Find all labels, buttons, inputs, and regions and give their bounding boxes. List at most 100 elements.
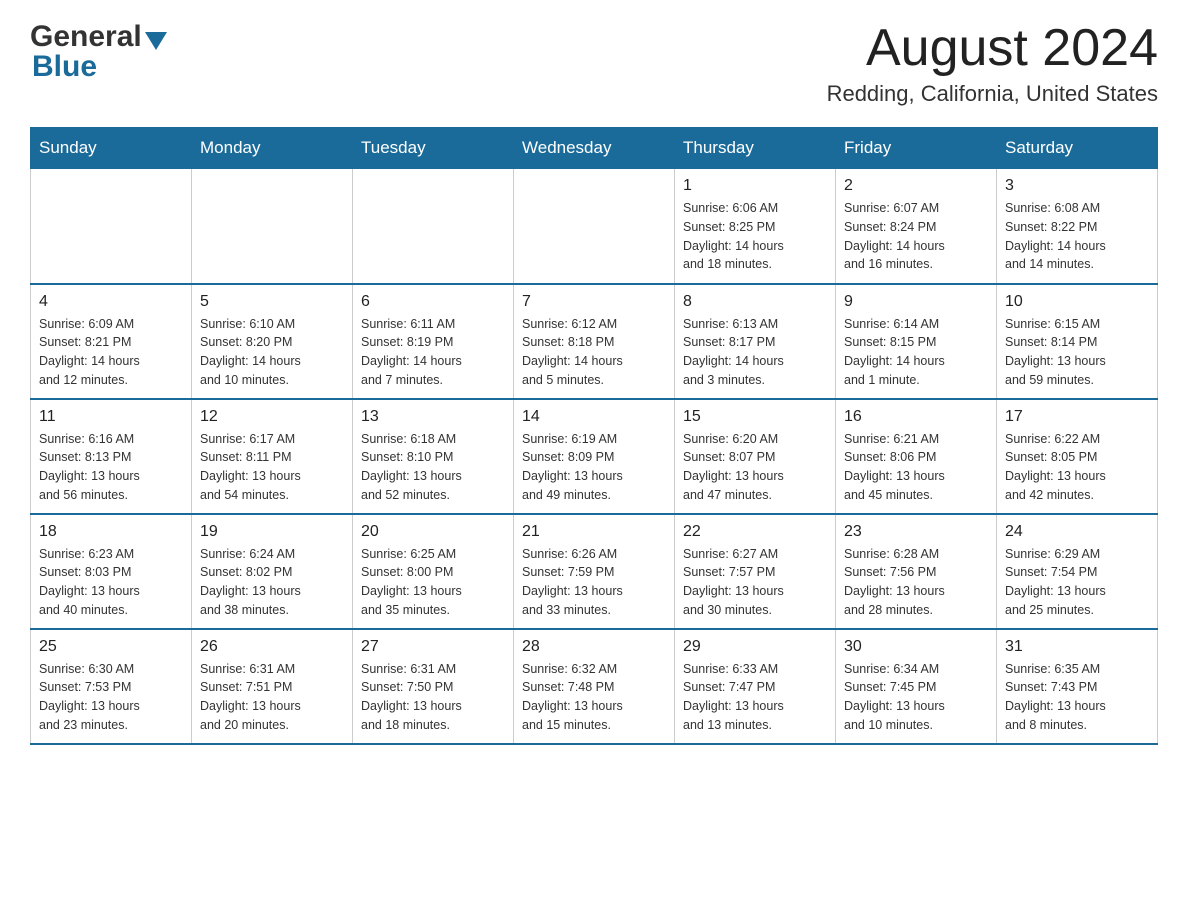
calendar-cell: 5 Sunrise: 6:10 AM Sunset: 8:20 PM Daylig… xyxy=(192,284,353,399)
day-number: 25 xyxy=(39,638,183,656)
calendar-cell: 14Sunrise: 6:19 AM Sunset: 8:09 PM Dayli… xyxy=(514,399,675,514)
day-number: 8 xyxy=(683,293,827,311)
day-number: 19 xyxy=(200,523,344,541)
day-number: 21 xyxy=(522,523,666,541)
calendar-cell: 21 Sunrise: 6:26 AM Sunset: 7:59 PM Dayli… xyxy=(514,514,675,629)
calendar-header-row: SundayMondayTuesdayWednesdayThursdayFrid… xyxy=(31,128,1158,169)
calendar-cell: 4 Sunrise: 6:09 AM Sunset: 8:21 PM Daylig… xyxy=(31,284,192,399)
week-row-4: 18 Sunrise: 6:23 AM Sunset: 8:03 PM Dayli… xyxy=(31,514,1158,629)
day-info: Sunrise: 6:30 AM Sunset: 7:53 PM Dayligh… xyxy=(39,660,183,735)
day-number: 15 xyxy=(683,408,827,426)
calendar-cell: 8 Sunrise: 6:13 AM Sunset: 8:17 PM Daylig… xyxy=(675,284,836,399)
calendar-cell: 27Sunrise: 6:31 AM Sunset: 7:50 PM Dayli… xyxy=(353,629,514,744)
week-row-5: 25 Sunrise: 6:30 AM Sunset: 7:53 PM Dayli… xyxy=(31,629,1158,744)
day-number: 24 xyxy=(1005,523,1149,541)
month-title: August 2024 xyxy=(827,20,1158,77)
calendar-cell: 31 Sunrise: 6:35 AM Sunset: 7:43 PM Dayli… xyxy=(997,629,1158,744)
calendar-cell: 30Sunrise: 6:34 AM Sunset: 7:45 PM Dayli… xyxy=(836,629,997,744)
day-info: Sunrise: 6:23 AM Sunset: 8:03 PM Dayligh… xyxy=(39,545,183,620)
calendar-cell: 2Sunrise: 6:07 AM Sunset: 8:24 PM Daylig… xyxy=(836,169,997,284)
calendar-cell: 13Sunrise: 6:18 AM Sunset: 8:10 PM Dayli… xyxy=(353,399,514,514)
day-info: Sunrise: 6:25 AM Sunset: 8:00 PM Dayligh… xyxy=(361,545,505,620)
calendar-cell: 9 Sunrise: 6:14 AM Sunset: 8:15 PM Daylig… xyxy=(836,284,997,399)
calendar-cell: 3 Sunrise: 6:08 AM Sunset: 8:22 PM Daylig… xyxy=(997,169,1158,284)
calendar-cell: 1Sunrise: 6:06 AM Sunset: 8:25 PM Daylig… xyxy=(675,169,836,284)
calendar-cell: 12 Sunrise: 6:17 AM Sunset: 8:11 PM Dayli… xyxy=(192,399,353,514)
day-info: Sunrise: 6:16 AM Sunset: 8:13 PM Dayligh… xyxy=(39,430,183,505)
day-number: 23 xyxy=(844,523,988,541)
calendar-cell xyxy=(353,169,514,284)
day-number: 28 xyxy=(522,638,666,656)
calendar-cell: 11 Sunrise: 6:16 AM Sunset: 8:13 PM Dayli… xyxy=(31,399,192,514)
calendar-cell: 22 Sunrise: 6:27 AM Sunset: 7:57 PM Dayli… xyxy=(675,514,836,629)
day-number: 10 xyxy=(1005,293,1149,311)
day-header-sunday: Sunday xyxy=(31,128,192,169)
calendar-cell: 15Sunrise: 6:20 AM Sunset: 8:07 PM Dayli… xyxy=(675,399,836,514)
day-number: 16 xyxy=(844,408,988,426)
calendar-cell: 10Sunrise: 6:15 AM Sunset: 8:14 PM Dayli… xyxy=(997,284,1158,399)
day-info: Sunrise: 6:35 AM Sunset: 7:43 PM Dayligh… xyxy=(1005,660,1149,735)
calendar-cell: 25 Sunrise: 6:30 AM Sunset: 7:53 PM Dayli… xyxy=(31,629,192,744)
day-header-tuesday: Tuesday xyxy=(353,128,514,169)
day-number: 5 xyxy=(200,293,344,311)
calendar-cell: 28 Sunrise: 6:32 AM Sunset: 7:48 PM Dayli… xyxy=(514,629,675,744)
calendar-cell: 29Sunrise: 6:33 AM Sunset: 7:47 PM Dayli… xyxy=(675,629,836,744)
day-header-saturday: Saturday xyxy=(997,128,1158,169)
day-info: Sunrise: 6:08 AM Sunset: 8:22 PM Dayligh… xyxy=(1005,199,1149,274)
day-info: Sunrise: 6:22 AM Sunset: 8:05 PM Dayligh… xyxy=(1005,430,1149,505)
day-info: Sunrise: 6:13 AM Sunset: 8:17 PM Dayligh… xyxy=(683,315,827,390)
day-header-monday: Monday xyxy=(192,128,353,169)
week-row-3: 11 Sunrise: 6:16 AM Sunset: 8:13 PM Dayli… xyxy=(31,399,1158,514)
day-number: 14 xyxy=(522,408,666,426)
page-header: General Blue August 2024 Redding, Califo… xyxy=(30,20,1158,107)
title-block: August 2024 Redding, California, United … xyxy=(827,20,1158,107)
day-header-wednesday: Wednesday xyxy=(514,128,675,169)
logo: General Blue xyxy=(30,20,167,84)
day-number: 4 xyxy=(39,293,183,311)
week-row-2: 4 Sunrise: 6:09 AM Sunset: 8:21 PM Daylig… xyxy=(31,284,1158,399)
calendar-cell xyxy=(192,169,353,284)
day-info: Sunrise: 6:09 AM Sunset: 8:21 PM Dayligh… xyxy=(39,315,183,390)
day-number: 31 xyxy=(1005,638,1149,656)
day-number: 6 xyxy=(361,293,505,311)
calendar-cell: 19Sunrise: 6:24 AM Sunset: 8:02 PM Dayli… xyxy=(192,514,353,629)
day-number: 13 xyxy=(361,408,505,426)
calendar-cell xyxy=(514,169,675,284)
day-number: 7 xyxy=(522,293,666,311)
day-info: Sunrise: 6:26 AM Sunset: 7:59 PM Dayligh… xyxy=(522,545,666,620)
day-number: 20 xyxy=(361,523,505,541)
day-info: Sunrise: 6:28 AM Sunset: 7:56 PM Dayligh… xyxy=(844,545,988,620)
calendar-cell: 16Sunrise: 6:21 AM Sunset: 8:06 PM Dayli… xyxy=(836,399,997,514)
calendar-cell: 6 Sunrise: 6:11 AM Sunset: 8:19 PM Daylig… xyxy=(353,284,514,399)
calendar-cell xyxy=(31,169,192,284)
logo-general-text: General xyxy=(30,20,142,54)
day-info: Sunrise: 6:11 AM Sunset: 8:19 PM Dayligh… xyxy=(361,315,505,390)
day-number: 11 xyxy=(39,408,183,426)
day-info: Sunrise: 6:27 AM Sunset: 7:57 PM Dayligh… xyxy=(683,545,827,620)
calendar-table: SundayMondayTuesdayWednesdayThursdayFrid… xyxy=(30,127,1158,745)
day-info: Sunrise: 6:33 AM Sunset: 7:47 PM Dayligh… xyxy=(683,660,827,735)
calendar-cell: 17Sunrise: 6:22 AM Sunset: 8:05 PM Dayli… xyxy=(997,399,1158,514)
day-number: 26 xyxy=(200,638,344,656)
day-info: Sunrise: 6:34 AM Sunset: 7:45 PM Dayligh… xyxy=(844,660,988,735)
calendar-cell: 20 Sunrise: 6:25 AM Sunset: 8:00 PM Dayli… xyxy=(353,514,514,629)
day-info: Sunrise: 6:10 AM Sunset: 8:20 PM Dayligh… xyxy=(200,315,344,390)
day-header-friday: Friday xyxy=(836,128,997,169)
day-number: 18 xyxy=(39,523,183,541)
day-info: Sunrise: 6:31 AM Sunset: 7:51 PM Dayligh… xyxy=(200,660,344,735)
day-info: Sunrise: 6:29 AM Sunset: 7:54 PM Dayligh… xyxy=(1005,545,1149,620)
day-number: 9 xyxy=(844,293,988,311)
day-info: Sunrise: 6:12 AM Sunset: 8:18 PM Dayligh… xyxy=(522,315,666,390)
calendar-cell: 23 Sunrise: 6:28 AM Sunset: 7:56 PM Dayli… xyxy=(836,514,997,629)
logo-blue-text: Blue xyxy=(32,50,97,84)
calendar-cell: 7 Sunrise: 6:12 AM Sunset: 8:18 PM Daylig… xyxy=(514,284,675,399)
calendar-cell: 18 Sunrise: 6:23 AM Sunset: 8:03 PM Dayli… xyxy=(31,514,192,629)
day-number: 22 xyxy=(683,523,827,541)
day-info: Sunrise: 6:14 AM Sunset: 8:15 PM Dayligh… xyxy=(844,315,988,390)
day-number: 27 xyxy=(361,638,505,656)
day-info: Sunrise: 6:17 AM Sunset: 8:11 PM Dayligh… xyxy=(200,430,344,505)
day-number: 3 xyxy=(1005,177,1149,195)
day-number: 12 xyxy=(200,408,344,426)
day-info: Sunrise: 6:32 AM Sunset: 7:48 PM Dayligh… xyxy=(522,660,666,735)
location-subtitle: Redding, California, United States xyxy=(827,81,1158,107)
